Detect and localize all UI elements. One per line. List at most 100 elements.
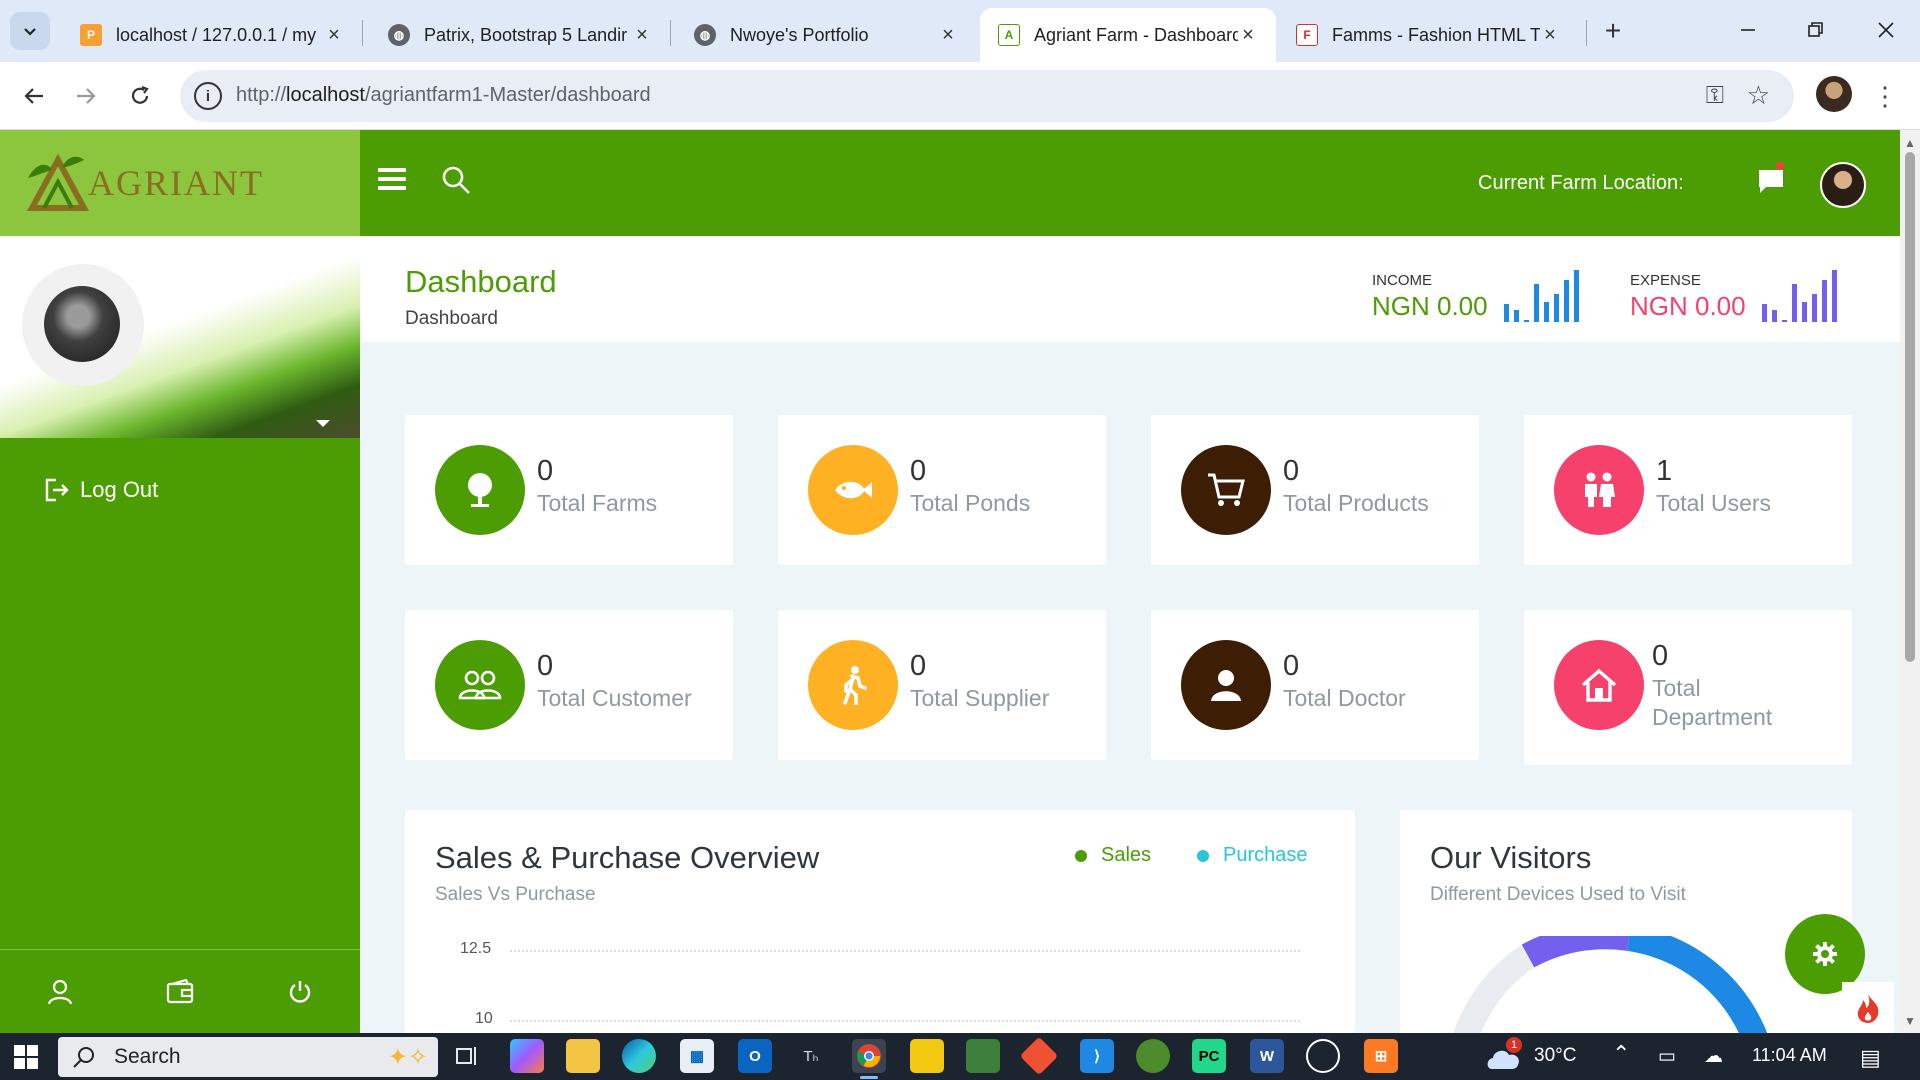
stat-card-suppliers[interactable]: 0 Total Supplier (778, 610, 1106, 760)
scroll-up-icon[interactable]: ▲ (1904, 136, 1916, 150)
taskbar-search-box[interactable]: Search ✦✧ (58, 1037, 438, 1077)
famms-icon: F (1296, 24, 1318, 46)
customers-icon (435, 640, 525, 730)
close-icon[interactable]: × (632, 24, 652, 46)
codeigniter-flame-icon[interactable] (1842, 982, 1894, 1033)
browser-profile-avatar[interactable] (1816, 76, 1852, 112)
close-icon[interactable]: × (324, 24, 344, 46)
stat-card-departments[interactable]: 0 Total Department (1524, 610, 1852, 765)
grid-line (510, 950, 1300, 952)
y-tick-label: 10 (475, 1010, 493, 1027)
battery-icon[interactable]: ▭ (1658, 1045, 1676, 1068)
restore-icon (1808, 22, 1823, 37)
vscode-icon[interactable]: ⟩ (1080, 1039, 1114, 1073)
text-app-icon[interactable]: Tₕ (794, 1039, 828, 1073)
message-icon[interactable] (1756, 166, 1786, 196)
stat-card-ponds[interactable]: 0 Total Ponds (778, 415, 1106, 565)
site-info-icon[interactable]: i (194, 82, 222, 110)
close-window-button[interactable] (1864, 12, 1908, 48)
user-avatar[interactable] (44, 286, 120, 362)
page-scrollbar[interactable]: ▲ ▼ (1900, 130, 1920, 1033)
minimize-icon (1741, 29, 1755, 31)
expense-value: NGN 0.00 (1630, 291, 1746, 321)
address-bar[interactable]: i http://localhost/agriantfarm1-Master/d… (180, 70, 1794, 122)
logout-link[interactable]: Log Out (42, 476, 158, 504)
copilot-app-icon[interactable] (510, 1039, 544, 1073)
github-icon[interactable] (1306, 1039, 1340, 1073)
weather-widget[interactable]: 1 (1484, 1037, 1524, 1079)
pycharm-icon[interactable]: PC (1192, 1039, 1226, 1073)
git-icon[interactable] (1019, 1036, 1059, 1076)
stat-card-customers[interactable]: 0 Total Customer (405, 610, 733, 760)
task-view-icon[interactable] (450, 1039, 484, 1073)
network-icon[interactable]: ☁ (1704, 1045, 1723, 1068)
menu-toggle-icon[interactable] (378, 168, 406, 192)
avatar[interactable] (1820, 162, 1866, 208)
xampp-icon[interactable]: ⊞ (1364, 1039, 1398, 1073)
legend-item-sales[interactable]: Sales (1075, 844, 1151, 867)
expense-stat: EXPENSE NGN 0.00 (1630, 272, 1746, 322)
stat-card-farms[interactable]: 0 Total Farms (405, 415, 733, 565)
browser-tab-active[interactable]: A Agriant Farm - Dashboard × (980, 8, 1276, 62)
close-icon[interactable]: × (1238, 24, 1258, 46)
gear-icon (1813, 942, 1837, 966)
scroll-down-icon[interactable]: ▼ (1904, 1014, 1916, 1028)
tab-title: Famms - Fashion HTML T (1332, 24, 1540, 45)
panel-title: Our Visitors (1430, 840, 1592, 875)
reload-button[interactable] (120, 76, 160, 116)
power-icon[interactable] (284, 976, 316, 1008)
power-bi-icon[interactable] (910, 1039, 944, 1073)
brand-name: AGRIANT (88, 163, 264, 203)
user-profile-panel (0, 236, 360, 438)
browser-tab[interactable]: P localhost / 127.0.0.1 / my × (62, 8, 362, 62)
search-icon (73, 1047, 94, 1068)
browser-tab[interactable]: F Famms - Fashion HTML T × (1278, 8, 1578, 62)
word-icon[interactable]: W (1250, 1039, 1284, 1073)
snipping-tool-icon[interactable] (966, 1039, 1000, 1073)
arrow-right-icon (77, 88, 96, 104)
bookmark-star-icon[interactable]: ☆ (1747, 80, 1770, 111)
notification-center-icon[interactable]: ▤ (1860, 1045, 1881, 1071)
stat-card-users[interactable]: 1 Total Users (1524, 415, 1852, 565)
globe-icon: ◍ (694, 24, 716, 46)
microsoft-store-icon[interactable]: ▦ (680, 1039, 714, 1073)
wallet-icon[interactable] (164, 976, 196, 1008)
user-icon[interactable] (44, 976, 76, 1008)
search-icon[interactable] (440, 164, 472, 196)
card-value: 0 (1283, 650, 1300, 682)
browser-tab[interactable]: ◍ Patrix, Bootstrap 5 Landir × (370, 8, 670, 62)
legend-item-purchase[interactable]: Purchase (1197, 844, 1308, 867)
edge-browser-icon[interactable] (622, 1039, 656, 1073)
browser-tab-strip: P localhost / 127.0.0.1 / my × ◍ Patrix,… (0, 0, 1920, 62)
brand-logo[interactable]: AGRIANT (0, 130, 360, 236)
tab-search-button[interactable] (10, 12, 50, 50)
card-value: 0 (1283, 455, 1300, 487)
tab-separator (670, 20, 671, 46)
farm-location-label: Current Farm Location: (1478, 172, 1684, 194)
card-value: 0 (537, 650, 554, 682)
windows-start-icon[interactable] (14, 1045, 38, 1069)
forward-button[interactable] (66, 76, 106, 116)
browser-menu-icon[interactable]: ⋮ (1870, 76, 1900, 116)
clock-time[interactable]: 11:04 AM (1752, 1045, 1827, 1066)
profile-dropdown-caret-icon[interactable] (316, 420, 330, 427)
scrollbar-thumb[interactable] (1905, 152, 1915, 662)
browser-tab[interactable]: ◍ Nwoye's Portfolio × (676, 8, 976, 62)
outlook-icon[interactable]: O (738, 1039, 772, 1073)
card-value: 0 (910, 455, 927, 487)
stat-card-doctors[interactable]: 0 Total Doctor (1151, 610, 1479, 760)
chevron-up-icon[interactable]: ⌃ (1612, 1041, 1630, 1067)
chrome-browser-icon[interactable] (852, 1039, 886, 1079)
tree-icon (435, 445, 525, 535)
back-button[interactable] (14, 76, 54, 116)
frog-app-icon[interactable] (1136, 1039, 1170, 1073)
password-key-icon[interactable]: ⚿ (1706, 82, 1724, 110)
stat-card-products[interactable]: 0 Total Products (1151, 415, 1479, 565)
minimize-button[interactable] (1726, 12, 1770, 48)
new-tab-button[interactable]: + (1596, 14, 1630, 48)
close-icon[interactable]: × (938, 24, 958, 46)
restore-button[interactable] (1794, 12, 1838, 48)
card-value: 0 (910, 650, 927, 682)
file-explorer-icon[interactable] (566, 1039, 600, 1073)
close-icon[interactable]: × (1540, 24, 1560, 46)
